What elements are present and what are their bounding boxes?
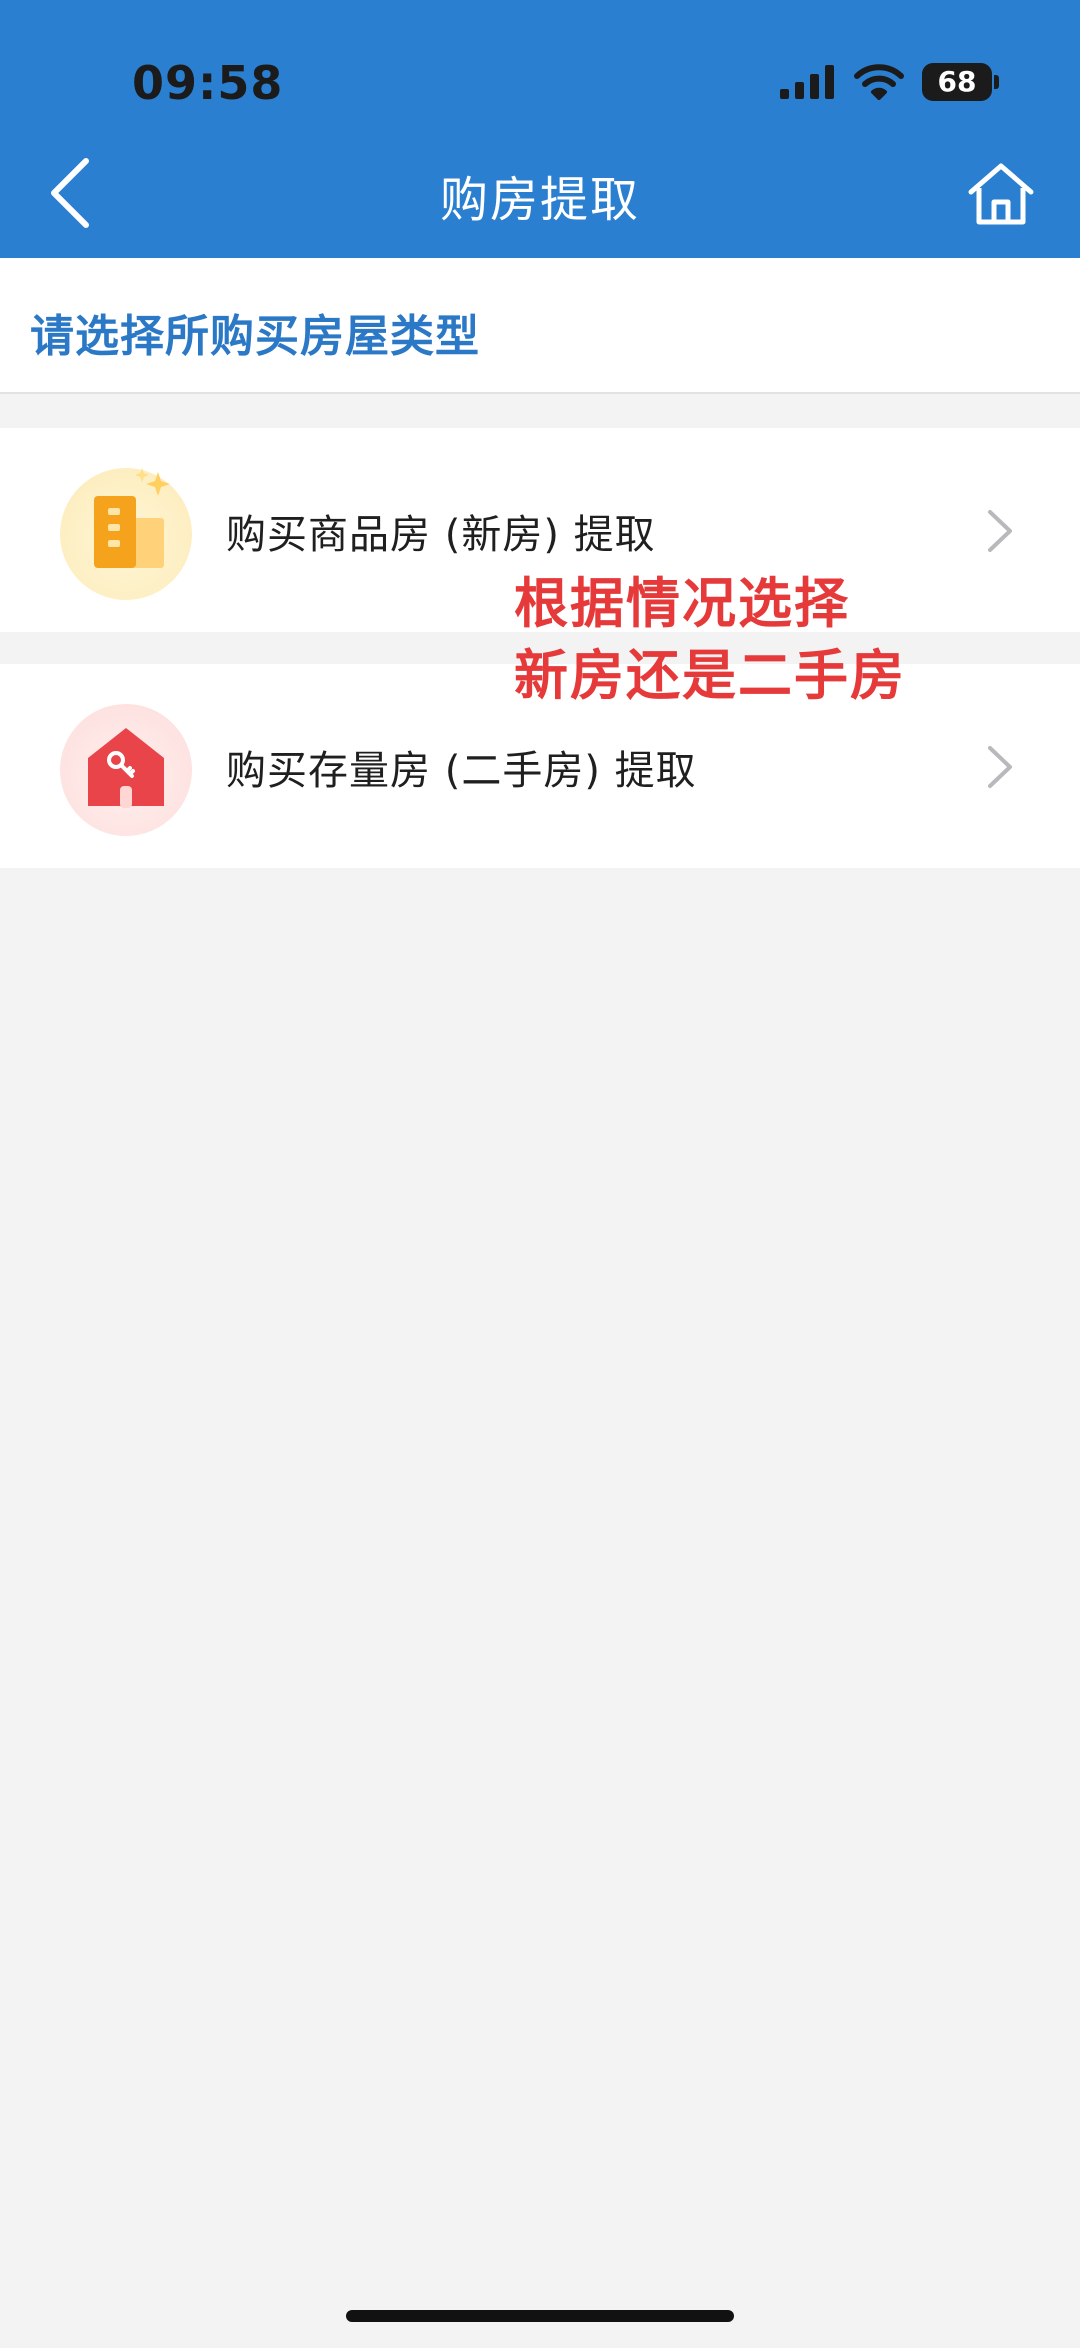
- header-bar: 09:58 68 购房提取: [0, 0, 1080, 258]
- battery-indicator: 68: [922, 63, 999, 101]
- prompt-row: 请选择所购买房屋类型: [0, 258, 1080, 394]
- option-label: 购买商品房 (新房) 提取: [226, 512, 656, 558]
- building-icon: [58, 466, 194, 602]
- cellular-signal-icon: [780, 65, 834, 99]
- annotation-line-1: 根据情况选择: [514, 572, 850, 635]
- chevron-right-icon: [988, 510, 1012, 552]
- annotation-line-2: 新房还是二手房: [514, 644, 906, 707]
- prompt-heading: 请选择所购买房屋类型: [30, 311, 480, 362]
- annotation-overlay: 根据情况选择 新房还是二手房: [514, 568, 906, 712]
- status-icons: 68: [780, 60, 999, 104]
- home-indicator[interactable]: [346, 2310, 734, 2322]
- house-key-icon: [58, 702, 194, 838]
- status-time: 09:58: [132, 56, 284, 110]
- page-title: 购房提取: [439, 172, 640, 228]
- screen: 09:58 68 购房提取 请选择所购买房屋类型 购买商品房 (新房) 提取 购…: [0, 0, 1080, 2348]
- wifi-icon: [854, 64, 904, 100]
- option-label: 购买存量房 (二手房) 提取: [226, 748, 697, 794]
- chevron-right-icon: [988, 746, 1012, 788]
- bottom-safe-area: [0, 2250, 1080, 2348]
- home-icon: [968, 163, 1034, 225]
- home-button[interactable]: [956, 152, 1046, 236]
